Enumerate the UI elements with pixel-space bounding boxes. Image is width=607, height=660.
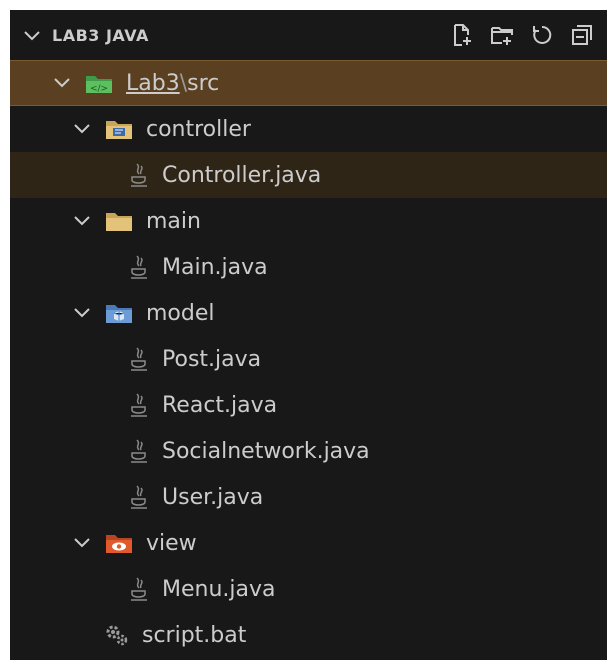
new-folder-icon[interactable]: [489, 22, 515, 48]
project-name[interactable]: Lab3: [126, 71, 180, 96]
explorer-header[interactable]: LAB3 JAVA: [10, 10, 607, 60]
explorer-panel: LAB3 JAVA </> Lab3 \ src controller Cont…: [10, 10, 607, 660]
tree-item-model[interactable]: model: [10, 290, 607, 336]
java-file-icon: [128, 162, 150, 188]
file-label: Controller.java: [162, 162, 322, 188]
new-file-icon[interactable]: [449, 22, 475, 48]
tree-item-view[interactable]: view: [10, 520, 607, 566]
file-label: React.java: [162, 392, 278, 418]
tree-item-controller[interactable]: controller: [10, 106, 607, 152]
folder-label: view: [146, 530, 197, 556]
folder-name: src: [187, 70, 220, 96]
file-tree: </> Lab3 \ src controller Controller.jav…: [10, 60, 607, 658]
collapse-all-icon[interactable]: [569, 22, 595, 48]
tree-item-controller-java[interactable]: Controller.java: [10, 152, 607, 198]
project-folder-icon: </>: [84, 70, 114, 96]
tree-item-socialnetwork-java[interactable]: Socialnetwork.java: [10, 428, 607, 474]
java-file-icon: [128, 346, 150, 372]
file-label: Socialnetwork.java: [162, 438, 370, 464]
explorer-actions: [449, 22, 595, 48]
path-separator: \: [179, 70, 188, 96]
tree-item-script-bat[interactable]: script.bat: [10, 612, 607, 658]
model-folder-icon: [104, 300, 134, 326]
gears-icon: [104, 622, 130, 648]
file-label: User.java: [162, 484, 264, 510]
tree-item-react-java[interactable]: React.java: [10, 382, 607, 428]
chevron-down-icon: [70, 308, 94, 318]
controller-folder-icon: [104, 116, 134, 142]
java-file-icon: [128, 576, 150, 602]
tree-item-main[interactable]: main: [10, 198, 607, 244]
file-label: Post.java: [162, 346, 262, 372]
folder-label: model: [146, 300, 215, 326]
tree-item-user-java[interactable]: User.java: [10, 474, 607, 520]
tree-item-root[interactable]: </> Lab3 \ src: [10, 60, 607, 106]
tree-item-main-java[interactable]: Main.java: [10, 244, 607, 290]
java-file-icon: [128, 254, 150, 280]
chevron-down-icon: [70, 538, 94, 548]
explorer-title: LAB3 JAVA: [52, 25, 149, 45]
folder-label: controller: [146, 116, 251, 142]
java-file-icon: [128, 438, 150, 464]
tree-item-menu-java[interactable]: Menu.java: [10, 566, 607, 612]
chevron-down-icon: [70, 216, 94, 226]
folder-open-icon: [104, 208, 134, 234]
java-file-icon: [128, 392, 150, 418]
chevron-down-icon[interactable]: [24, 26, 40, 45]
file-label: script.bat: [142, 622, 247, 648]
chevron-down-icon: [50, 78, 74, 88]
java-file-icon: [128, 484, 150, 510]
refresh-icon[interactable]: [529, 22, 555, 48]
tree-item-post-java[interactable]: Post.java: [10, 336, 607, 382]
chevron-down-icon: [70, 124, 94, 134]
folder-label: main: [146, 208, 201, 234]
file-label: Menu.java: [162, 576, 276, 602]
svg-text:</>: </>: [90, 84, 108, 94]
view-folder-icon: [104, 530, 134, 556]
file-label: Main.java: [162, 254, 268, 280]
